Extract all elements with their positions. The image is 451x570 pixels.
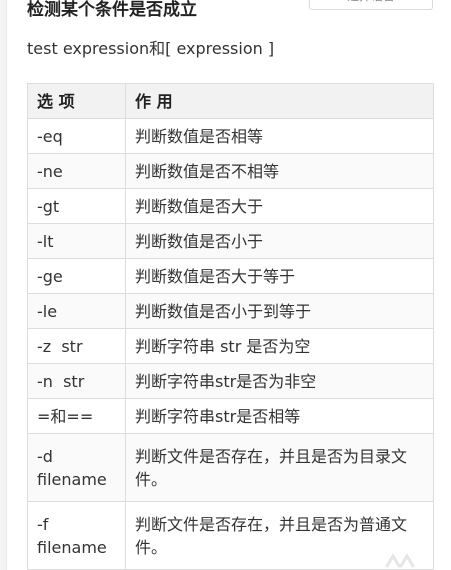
table-row: -d filename 判断文件是否存在，并且是否为目录文件。 xyxy=(27,433,434,502)
effect-cell: 判断字符串str是否为非空 xyxy=(125,363,434,399)
option-cell: -lt xyxy=(27,223,126,259)
syntax-line: test expression和[ expression ] xyxy=(27,39,275,58)
table-row: -gt 判断数值是否大于 xyxy=(27,188,434,224)
option-cell: =和== xyxy=(27,398,126,434)
option-cell: -le xyxy=(27,293,126,329)
header-effect: 作 用 xyxy=(125,83,434,119)
option-cell: -n str xyxy=(27,363,126,399)
header-option: 选 项 xyxy=(27,83,126,119)
effect-cell: 判断字符串str是否相等 xyxy=(125,398,434,434)
option-cell: -f filename xyxy=(27,501,126,570)
table-row: -n str 判断字符串str是否为非空 xyxy=(27,363,434,399)
table-row: -z str 判断字符串 str 是否为空 xyxy=(27,328,434,364)
effect-cell: 判断数值是否大于等于 xyxy=(125,258,434,294)
table-row: -lt 判断数值是否小于 xyxy=(27,223,434,259)
options-table: 选 项 作 用 -eq 判断数值是否相等 -ne 判断数值是否不相等 -gt 判… xyxy=(27,83,434,570)
effect-cell: 判断数值是否相等 xyxy=(125,118,434,154)
sparkle-icon xyxy=(385,553,415,568)
table-row: -eq 判断数值是否相等 xyxy=(27,118,434,154)
option-cell: -d filename xyxy=(27,433,126,502)
table-header-row: 选 项 作 用 xyxy=(27,83,434,119)
effect-cell: 判断文件是否存在，并且是否为目录文件。 xyxy=(125,433,434,502)
effect-cell: 判断数值是否大于 xyxy=(125,188,434,224)
section-heading: 检测某个条件是否成立 xyxy=(27,0,197,20)
language-select-button[interactable]: 选择语言 xyxy=(309,0,433,10)
option-cell: -ge xyxy=(27,258,126,294)
option-cell: -ne xyxy=(27,153,126,189)
effect-cell: 判断字符串 str 是否为空 xyxy=(125,328,434,364)
option-cell: -eq xyxy=(27,118,126,154)
left-margin-rule xyxy=(0,0,7,570)
table-row: -le 判断数值是否小于到等于 xyxy=(27,293,434,329)
option-cell: -gt xyxy=(27,188,126,224)
effect-cell: 判断数值是否不相等 xyxy=(125,153,434,189)
table-row: =和== 判断字符串str是否相等 xyxy=(27,398,434,434)
table-row: -f filename 判断文件是否存在，并且是否为普通文件。 xyxy=(27,501,434,570)
option-cell: -z str xyxy=(27,328,126,364)
effect-cell: 判断数值是否小于到等于 xyxy=(125,293,434,329)
table-row: -ne 判断数值是否不相等 xyxy=(27,153,434,189)
table-row: -ge 判断数值是否大于等于 xyxy=(27,258,434,294)
effect-cell: 判断数值是否小于 xyxy=(125,223,434,259)
